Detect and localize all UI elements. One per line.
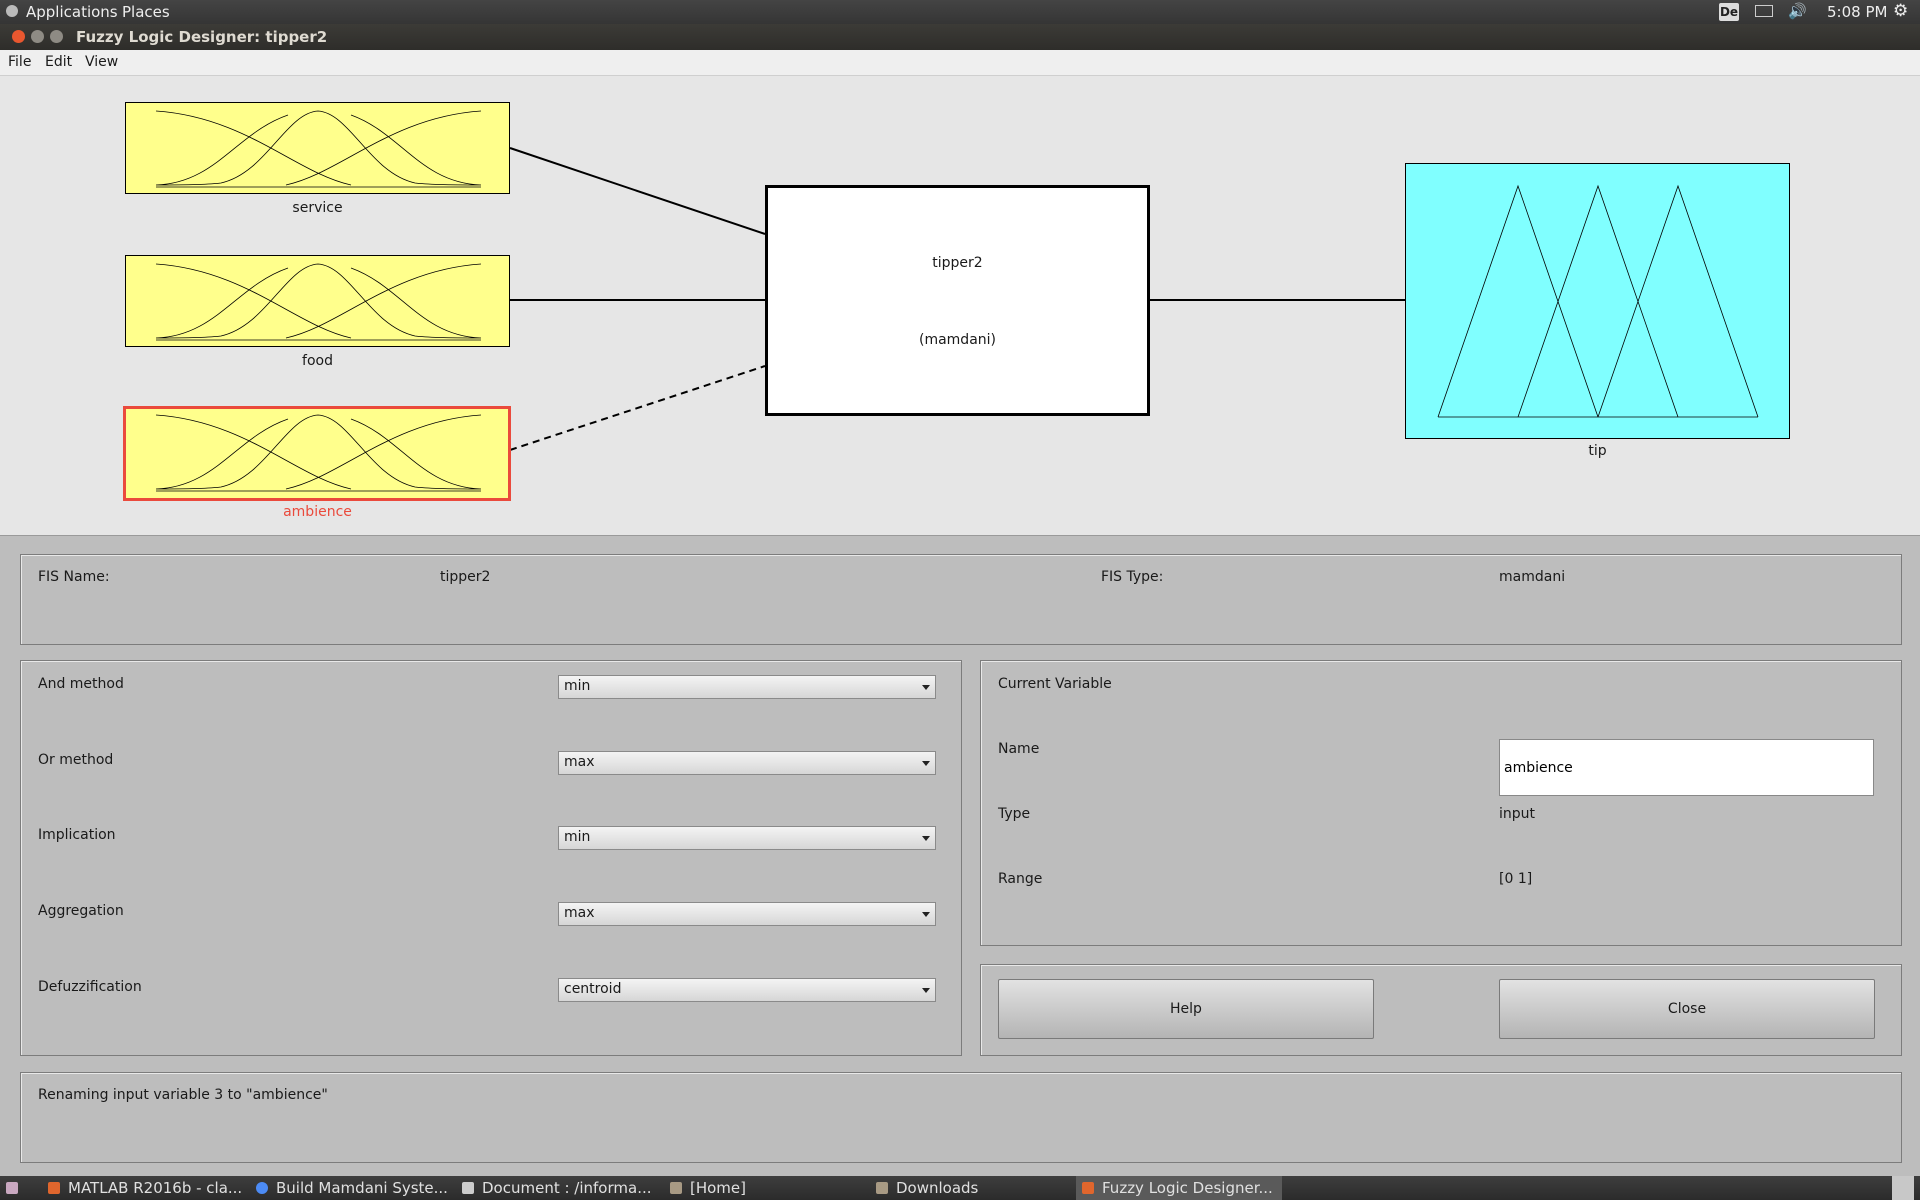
ambience-mf-plot — [155, 414, 482, 492]
settings-gear-icon[interactable]: ⚙ — [1893, 1, 1908, 21]
defuzzification-value: centroid — [564, 981, 622, 997]
fis-type-value: mamdani — [1499, 569, 1566, 585]
implication-label: Implication — [38, 827, 116, 843]
help-button[interactable]: Help — [998, 979, 1374, 1039]
taskbar-item-label: [Home] — [690, 1179, 747, 1197]
tip-mf-plot — [1437, 184, 1759, 418]
chevron-down-icon — [922, 836, 930, 841]
aggregation-value: max — [564, 905, 595, 921]
defuzzification-select[interactable]: centroid — [558, 978, 936, 1002]
chrome-icon — [256, 1182, 268, 1194]
aggregation-select[interactable]: max — [558, 902, 936, 926]
status-panel: Renaming input variable 3 to "ambience" — [20, 1072, 1902, 1163]
trash-icon[interactable] — [1892, 1176, 1914, 1200]
current-variable-panel: Current Variable Name Type input Range [… — [980, 660, 1902, 946]
chevron-down-icon — [922, 685, 930, 690]
close-button[interactable]: Close — [1499, 979, 1875, 1039]
variable-type-value: input — [1499, 806, 1536, 822]
taskbar-item-fuzzy-designer[interactable]: Fuzzy Logic Designer... — [1076, 1176, 1282, 1200]
or-method-label: Or method — [38, 752, 114, 768]
aggregation-label: Aggregation — [38, 903, 124, 919]
taskbar-item-label: MATLAB R2016b - cla... — [68, 1179, 243, 1197]
window-minimize-icon[interactable] — [31, 30, 44, 43]
window-maximize-icon[interactable] — [50, 30, 63, 43]
fis-system-name: tipper2 — [932, 255, 983, 271]
menu-file[interactable]: File — [8, 54, 31, 70]
buttons-panel: Help Close — [980, 964, 1902, 1056]
and-method-value: min — [564, 678, 591, 694]
methods-panel: And method min Or method max Implication… — [20, 660, 962, 1056]
input-food-label: food — [302, 353, 333, 369]
chevron-down-icon — [922, 912, 930, 917]
top-panel: Applications Places De 🔊 5:08 PM ⚙ — [0, 0, 1920, 24]
current-variable-title: Current Variable — [998, 676, 1112, 692]
variable-name-input[interactable] — [1499, 739, 1874, 796]
matlab-icon — [1082, 1182, 1094, 1194]
fis-name-label: FIS Name: — [38, 569, 110, 585]
applications-menu[interactable]: Applications — [26, 3, 118, 21]
window-title: Fuzzy Logic Designer: tipper2 — [76, 28, 328, 46]
implication-select[interactable]: min — [558, 826, 936, 850]
places-menu[interactable]: Places — [122, 3, 170, 21]
taskbar: MATLAB R2016b - cla... Build Mamdani Sys… — [0, 1176, 1920, 1200]
menu-view[interactable]: View — [85, 54, 118, 70]
input-ambience-label: ambience — [283, 504, 352, 520]
taskbar-item-downloads[interactable]: Downloads — [876, 1176, 978, 1200]
status-message: Renaming input variable 3 to "ambience" — [38, 1087, 328, 1103]
control-panel: FIS Name: tipper2 FIS Type: mamdani And … — [0, 535, 1920, 1177]
variable-range-label: Range — [998, 871, 1043, 887]
fis-diagram: service food ambience tipper2 (mamdani) … — [0, 76, 1920, 534]
implication-value: min — [564, 829, 591, 845]
taskbar-item-label: Downloads — [896, 1179, 979, 1197]
fis-info-panel: FIS Name: tipper2 FIS Type: mamdani — [20, 554, 1902, 645]
or-method-value: max — [564, 754, 595, 770]
defuzzification-label: Defuzzification — [38, 979, 142, 995]
input-ambience-box[interactable] — [123, 406, 511, 501]
menubar: File Edit View — [0, 50, 1920, 76]
fis-system-box[interactable]: tipper2 (mamdani) — [765, 185, 1150, 416]
folder-icon — [670, 1182, 682, 1194]
menu-edit[interactable]: Edit — [45, 54, 72, 70]
taskbar-item-label: Build Mamdani Syste... — [276, 1179, 448, 1197]
input-service-label: service — [292, 200, 343, 216]
variable-type-label: Type — [998, 806, 1031, 822]
ambience-connection-line — [509, 365, 766, 451]
folder-icon — [876, 1182, 888, 1194]
mail-icon[interactable] — [1755, 5, 1773, 17]
and-method-label: And method — [38, 676, 124, 692]
taskbar-item-matlab[interactable]: MATLAB R2016b - cla... — [48, 1176, 242, 1200]
input-service-box[interactable] — [125, 102, 510, 194]
keyboard-layout-indicator[interactable]: De — [1719, 3, 1739, 21]
taskbar-item-label: Fuzzy Logic Designer... — [1102, 1179, 1273, 1197]
fis-system-type: (mamdani) — [918, 332, 996, 348]
service-mf-plot — [155, 110, 482, 188]
and-method-select[interactable]: min — [558, 675, 936, 699]
show-desktop-icon[interactable] — [6, 1176, 26, 1200]
fis-type-label: FIS Type: — [1101, 569, 1164, 585]
volume-icon[interactable]: 🔊 — [1788, 2, 1807, 20]
taskbar-item-label: Document : /informa... — [482, 1179, 652, 1197]
window-close-icon[interactable] — [12, 30, 25, 43]
clock[interactable]: 5:08 PM — [1827, 3, 1887, 21]
input-food-box[interactable] — [125, 255, 510, 347]
chevron-down-icon — [922, 988, 930, 993]
output-tip-box[interactable] — [1405, 163, 1790, 439]
taskbar-item-chrome[interactable]: Build Mamdani Syste... — [256, 1176, 448, 1200]
matlab-icon — [48, 1182, 60, 1194]
window-titlebar[interactable]: Fuzzy Logic Designer: tipper2 — [0, 24, 1920, 50]
service-connection-line — [509, 147, 766, 235]
output-tip-label: tip — [1588, 443, 1607, 459]
or-method-select[interactable]: max — [558, 751, 936, 775]
fis-name-value: tipper2 — [440, 569, 491, 585]
variable-range-value: [0 1] — [1499, 871, 1533, 887]
document-icon — [462, 1182, 474, 1194]
applications-menu-icon — [6, 5, 18, 17]
taskbar-item-document[interactable]: Document : /informa... — [462, 1176, 652, 1200]
chevron-down-icon — [922, 761, 930, 766]
food-mf-plot — [155, 263, 482, 341]
variable-name-label: Name — [998, 741, 1040, 757]
taskbar-item-home[interactable]: [Home] — [670, 1176, 746, 1200]
